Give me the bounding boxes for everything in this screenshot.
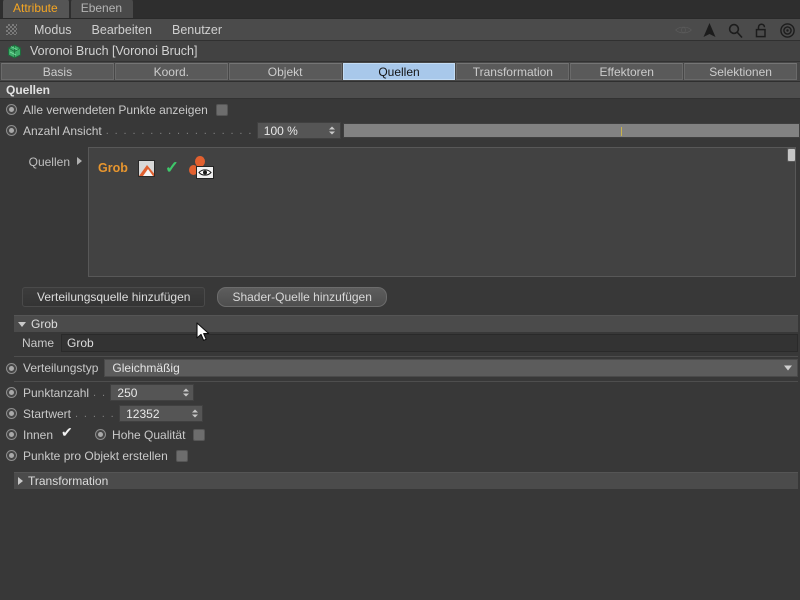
chevron-right-icon[interactable] — [77, 157, 82, 165]
list-item[interactable]: Grob ✓ — [89, 148, 795, 180]
tab-transformation[interactable]: Transformation — [456, 63, 570, 80]
tab-koord[interactable]: Koord. — [114, 63, 228, 80]
count-view-stepper[interactable] — [329, 125, 336, 136]
top-tab-bar: Attribute Ebenen — [0, 0, 800, 19]
menu-bar: Modus Bearbeiten Benutzer — [0, 19, 800, 41]
point-count-stepper[interactable] — [182, 387, 189, 398]
inside-checkbox[interactable] — [61, 425, 73, 441]
name-label: Name — [22, 336, 55, 350]
parameter-body: Alle verwendeten Punkte anzeigen Anzahl … — [0, 99, 800, 489]
name-input[interactable]: Grob — [61, 334, 798, 352]
source-name: Grob — [98, 161, 128, 175]
tab-quellen[interactable]: Quellen — [342, 63, 456, 80]
distribution-type-value: Gleichmäßig — [112, 361, 180, 375]
sources-label: Quellen — [28, 155, 70, 169]
row-name: Name Grob — [0, 332, 800, 354]
tab-ebenen[interactable]: Ebenen — [70, 0, 134, 18]
group-title: Grob — [31, 317, 58, 331]
distribution-type-label: Verteilungstyp — [23, 361, 99, 375]
row-seed: Startwert . . . . . 12352 — [0, 403, 800, 424]
count-view-slider[interactable] — [342, 123, 800, 138]
listbox-scrollbar-thumb[interactable] — [787, 148, 796, 162]
target-icon[interactable] — [779, 22, 796, 39]
animate-marker-icon[interactable] — [6, 450, 17, 461]
tab-effektoren[interactable]: Effektoren — [570, 63, 684, 80]
seed-input[interactable]: 12352 — [119, 405, 204, 422]
image-texture-icon[interactable] — [137, 159, 155, 177]
green-check-icon[interactable]: ✓ — [165, 159, 179, 176]
point-count-input[interactable]: 250 — [110, 384, 195, 401]
high-quality-checkbox[interactable] — [193, 428, 206, 441]
animate-marker-icon[interactable] — [6, 408, 17, 419]
add-distribution-source-button[interactable]: Verteilungsquelle hinzufügen — [22, 287, 206, 307]
seed-value: 12352 — [126, 406, 160, 421]
cursor-arrow-icon[interactable] — [701, 22, 718, 39]
points-visibility-icon[interactable] — [189, 156, 215, 180]
animate-marker-icon[interactable] — [6, 429, 17, 440]
tab-objekt[interactable]: Objekt — [228, 63, 342, 80]
point-count-value: 250 — [117, 385, 138, 400]
triangle-down-icon — [18, 321, 26, 327]
row-distribution-type: Verteilungstyp Gleichmäßig — [0, 357, 800, 379]
seed-dots: . . . . . — [75, 407, 116, 420]
row-inside-quality: Innen Hohe Qualität — [0, 424, 800, 445]
animate-marker-icon[interactable] — [95, 429, 107, 440]
group-header-transformation[interactable]: Transformation — [14, 472, 798, 489]
seed-stepper[interactable] — [191, 408, 198, 419]
slider-tick-marker — [621, 127, 623, 136]
object-title-bar: Voronoi Bruch [Voronoi Bruch] — [0, 41, 800, 62]
source-buttons-row: Verteilungsquelle hinzufügen Shader-Quel… — [0, 277, 800, 307]
menu-modus[interactable]: Modus — [24, 23, 82, 37]
animate-marker-icon[interactable] — [6, 362, 17, 374]
count-view-dots: . . . . . . . . . . . . . . . . . — [105, 124, 253, 137]
add-shader-source-button[interactable]: Shader-Quelle hinzufügen — [217, 287, 387, 307]
lock-icon[interactable] — [753, 22, 770, 39]
row-show-all-points: Alle verwendeten Punkte anzeigen — [0, 99, 800, 120]
transformation-title: Transformation — [28, 474, 109, 488]
count-view-label: Anzahl Ansicht — [23, 123, 102, 138]
menu-benutzer[interactable]: Benutzer — [162, 23, 232, 37]
tab-basis[interactable]: Basis — [1, 63, 114, 80]
page-title: Voronoi Bruch [Voronoi Bruch] — [30, 44, 198, 58]
count-view-value: 100 % — [263, 123, 298, 138]
animate-marker-icon[interactable] — [6, 125, 17, 136]
attribute-manager-window: Attribute Ebenen Modus Bearbeiten Benutz… — [0, 0, 800, 600]
menu-bearbeiten[interactable]: Bearbeiten — [82, 23, 162, 37]
points-per-object-label: Punkte pro Objekt erstellen — [23, 448, 168, 463]
row-sources-list: Quellen Grob ✓ — [0, 141, 800, 277]
sources-listbox[interactable]: Grob ✓ — [88, 147, 796, 277]
inside-label: Innen — [23, 427, 54, 442]
search-icon[interactable] — [727, 22, 744, 39]
drag-grip-icon[interactable] — [6, 24, 17, 35]
distribution-type-select[interactable]: Gleichmäßig — [104, 359, 798, 377]
points-per-object-checkbox[interactable] — [175, 449, 188, 462]
chevron-down-icon — [784, 365, 792, 371]
voronoi-fracture-icon — [7, 43, 22, 59]
row-point-count: Punktanzahl . . 250 — [0, 382, 800, 403]
section-header-quellen: Quellen — [0, 82, 800, 99]
seed-label: Startwert — [23, 406, 72, 421]
row-points-per-object: Punkte pro Objekt erstellen — [0, 445, 800, 466]
point-count-dots: . . — [93, 386, 107, 399]
count-view-input[interactable]: 100 % — [256, 122, 341, 139]
tab-attribute[interactable]: Attribute — [3, 0, 69, 18]
high-quality-label: Hohe Qualität — [112, 427, 186, 442]
eye-icon[interactable] — [675, 22, 692, 39]
group-header-grob[interactable]: Grob — [14, 315, 798, 332]
triangle-right-icon — [18, 477, 23, 485]
point-count-label: Punktanzahl — [23, 385, 90, 400]
tab-selektionen[interactable]: Selektionen — [684, 63, 798, 80]
show-all-points-checkbox[interactable] — [215, 103, 228, 116]
menu-icon-group — [675, 19, 796, 41]
show-all-points-label: Alle verwendeten Punkte anzeigen — [23, 102, 208, 117]
parameter-tab-bar: Basis Koord. Objekt Quellen Transformati… — [0, 62, 800, 82]
animate-marker-icon[interactable] — [6, 387, 17, 398]
animate-marker-icon[interactable] — [6, 104, 17, 115]
row-count-view: Anzahl Ansicht . . . . . . . . . . . . .… — [0, 120, 800, 141]
